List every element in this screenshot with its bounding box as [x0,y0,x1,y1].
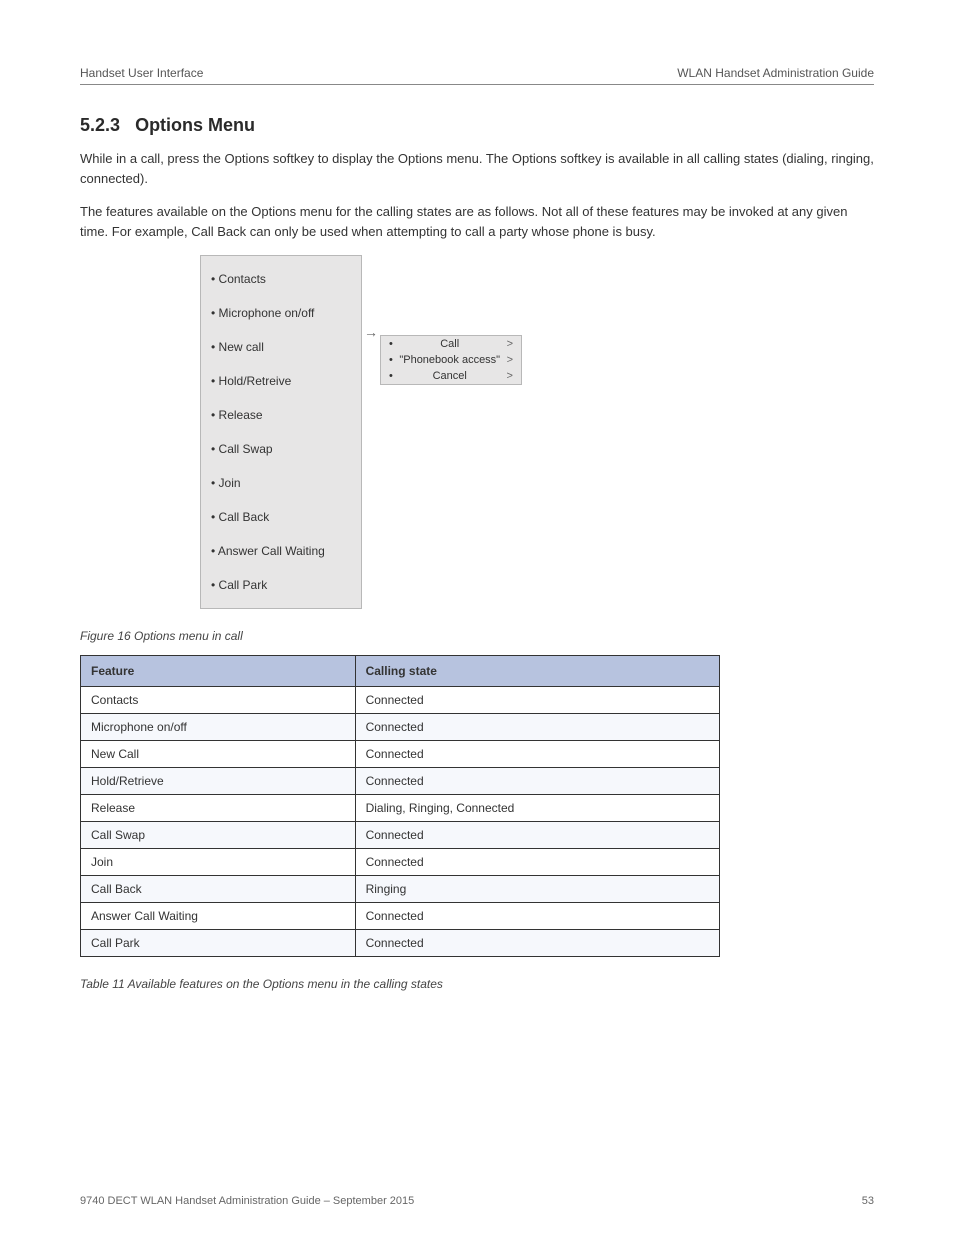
table-caption: Table 11 Available features on the Optio… [80,977,874,991]
cell-state: Ringing [355,876,719,903]
table-row: ContactsConnected [81,687,720,714]
cell-state: Connected [355,930,719,957]
section-title: Options Menu [135,115,255,135]
cell-state: Connected [355,822,719,849]
page-header: Handset User Interface WLAN Handset Admi… [80,50,874,85]
page-footer: 9740 DECT WLAN Handset Administration Gu… [80,1195,874,1207]
cell-feature: New Call [81,741,356,768]
cell-feature: Join [81,849,356,876]
menu-item-new-call: New call [201,330,361,364]
table-row: Microphone on/offConnected [81,714,720,741]
cell-feature: Call Back [81,876,356,903]
footer-left: 9740 DECT WLAN Handset Administration Gu… [80,1195,414,1207]
chevron-right-icon: > [507,370,513,382]
menu-item-contacts: Contacts [201,262,361,296]
menu-item-microphone: Microphone on/off [201,296,361,330]
submenu-item-call: Call > [381,336,521,352]
cell-state: Connected [355,903,719,930]
menu-item-hold-retrieve: Hold/Retreive [201,364,361,398]
table-row: Call SwapConnected [81,822,720,849]
submenu-label-call: Call [440,338,459,350]
menu-item-release: Release [201,398,361,432]
menu-item-answer-call-waiting: Answer Call Waiting [201,534,361,568]
section-number: 5.2.3 [80,115,120,135]
cell-state: Connected [355,849,719,876]
cell-state: Dialing, Ringing, Connected [355,795,719,822]
menu-item-join: Join [201,466,361,500]
cell-feature: Call Swap [81,822,356,849]
options-main-menu: Contacts Microphone on/off New call Hold… [200,255,362,609]
section-heading: 5.2.3 Options Menu [80,115,874,136]
table-row: Answer Call WaitingConnected [81,903,720,930]
table-row: Call ParkConnected [81,930,720,957]
col-header-state: Calling state [355,656,719,687]
cell-state: Connected [355,714,719,741]
cell-feature: Contacts [81,687,356,714]
table-row: New CallConnected [81,741,720,768]
submenu-label-cancel: Cancel [433,370,467,382]
figure-options-menu: Contacts Microphone on/off New call Hold… [200,255,874,609]
chevron-right-icon: > [507,354,513,366]
options-sub-menu: Call > "Phonebook access" > Cancel > [380,335,522,385]
submenu-arrow-icon: → [364,324,378,340]
cell-feature: Hold/Retrieve [81,768,356,795]
cell-state: Connected [355,687,719,714]
cell-feature: Microphone on/off [81,714,356,741]
header-right: WLAN Handset Administration Guide [677,66,874,80]
menu-item-call-back: Call Back [201,500,361,534]
cell-feature: Release [81,795,356,822]
col-header-feature: Feature [81,656,356,687]
cell-state: Connected [355,768,719,795]
paragraph-2: The features available on the Options me… [80,202,874,241]
cell-feature: Answer Call Waiting [81,903,356,930]
header-left: Handset User Interface [80,66,203,80]
table-row: Hold/RetrieveConnected [81,768,720,795]
submenu-item-cancel: Cancel > [381,368,521,384]
features-table: Feature Calling state ContactsConnected … [80,655,720,957]
menu-item-call-park: Call Park [201,568,361,602]
table-row: Call BackRinging [81,876,720,903]
paragraph-1: While in a call, press the Options softk… [80,149,874,188]
footer-page-number: 53 [862,1195,874,1207]
chevron-right-icon: > [507,338,513,350]
cell-feature: Call Park [81,930,356,957]
cell-state: Connected [355,741,719,768]
submenu-label-phonebook: "Phonebook access" [399,354,500,366]
submenu-item-phonebook: "Phonebook access" > [381,352,521,368]
table-row: JoinConnected [81,849,720,876]
menu-item-call-swap: Call Swap [201,432,361,466]
figure-caption: Figure 16 Options menu in call [80,629,874,643]
table-row: ReleaseDialing, Ringing, Connected [81,795,720,822]
